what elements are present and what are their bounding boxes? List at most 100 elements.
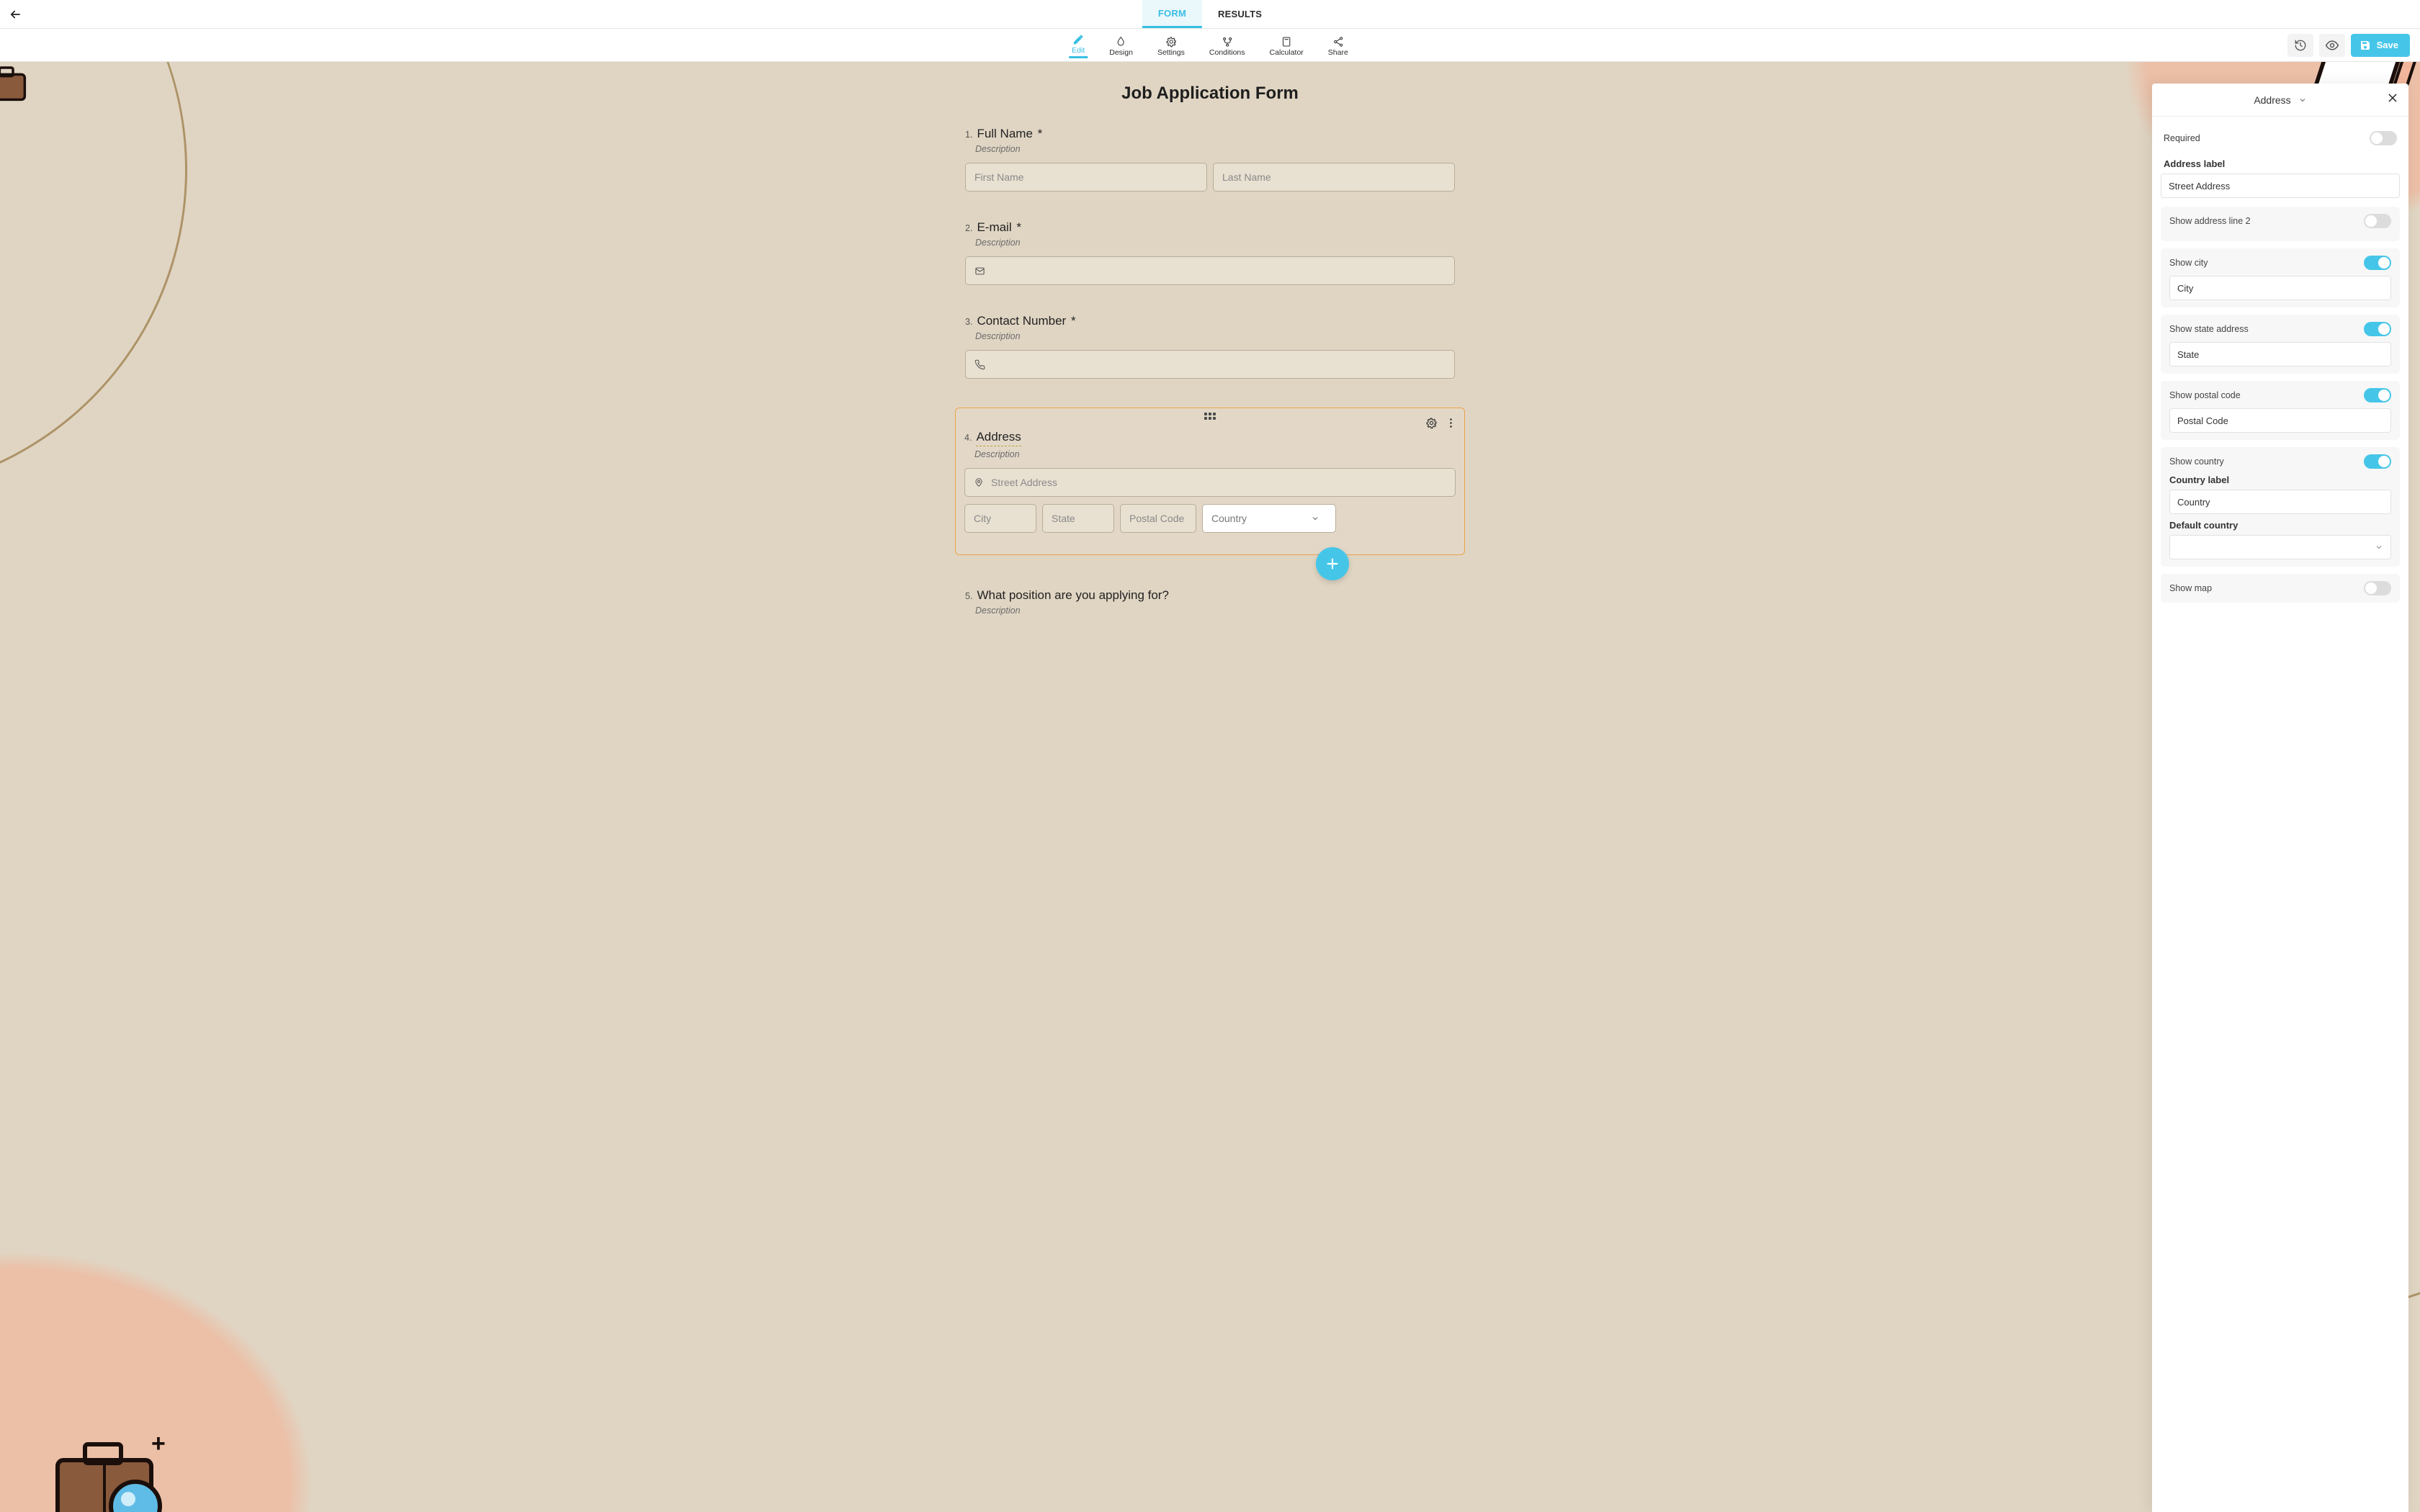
panel-title: Address xyxy=(2254,94,2290,106)
tool-share[interactable]: Share xyxy=(1325,34,1351,57)
address-label-heading: Address label xyxy=(2164,158,2397,169)
show-line2-label: Show address line 2 xyxy=(2169,216,2251,226)
add-question-button[interactable] xyxy=(1316,547,1349,580)
question-description[interactable]: Description xyxy=(975,238,1455,248)
field-settings-panel: Address Required Address label Street Ad… xyxy=(2152,84,2408,1512)
drag-handle[interactable] xyxy=(1204,413,1216,420)
tool-design-label: Design xyxy=(1109,48,1133,57)
eye-icon xyxy=(2325,38,2339,53)
question-number: 4. xyxy=(964,433,972,443)
tool-share-label: Share xyxy=(1328,48,1348,57)
question-settings-button[interactable] xyxy=(1425,417,1438,429)
calculator-icon xyxy=(1281,36,1292,48)
question-more-button[interactable] xyxy=(1445,417,1457,429)
question-number: 2. xyxy=(965,223,972,233)
state-label-input[interactable]: State xyxy=(2169,342,2391,366)
share-icon xyxy=(1332,36,1344,48)
state-input[interactable]: State xyxy=(1042,504,1114,533)
droplet-icon xyxy=(1116,36,1127,48)
question-description[interactable]: Description xyxy=(974,449,1456,459)
toolbar-items: Edit Design Settings Conditions Calculat… xyxy=(1069,32,1351,58)
street-address-input[interactable]: Street Address xyxy=(964,468,1456,497)
chevron-down-icon xyxy=(2375,543,2383,552)
gear-icon xyxy=(1165,36,1177,48)
show-map-toggle[interactable] xyxy=(2364,581,2391,595)
show-postal-label: Show postal code xyxy=(2169,390,2241,400)
form-area: Job Application Form 1. Full Name * Desc… xyxy=(965,62,1455,616)
question-label[interactable]: Address xyxy=(976,430,1021,446)
show-country-toggle[interactable] xyxy=(2364,454,2391,469)
tool-calculator[interactable]: Calculator xyxy=(1267,34,1307,57)
city-input[interactable]: City xyxy=(964,504,1036,533)
default-country-heading: Default country xyxy=(2169,520,2388,531)
toolbar-right: Save xyxy=(2287,34,2410,57)
question-number: 3. xyxy=(965,317,972,327)
postal-label-input[interactable]: Postal Code xyxy=(2169,408,2391,433)
pencil-icon xyxy=(1072,34,1084,45)
tab-results[interactable]: RESULTS xyxy=(1202,0,1278,28)
app-header: FORM RESULTS xyxy=(0,0,2420,29)
tool-settings[interactable]: Settings xyxy=(1155,34,1188,57)
required-label: Required xyxy=(2164,133,2200,143)
first-name-input[interactable]: First Name xyxy=(965,163,1207,192)
toolbar: Edit Design Settings Conditions Calculat… xyxy=(0,29,2420,62)
arrow-left-icon xyxy=(9,8,22,21)
tool-calculator-label: Calculator xyxy=(1270,48,1304,57)
back-button[interactable] xyxy=(0,0,30,29)
branches-icon xyxy=(1222,36,1233,48)
briefcase-search-decoration-icon: + xyxy=(43,1417,187,1512)
briefcase-decoration-icon xyxy=(0,62,33,108)
save-button[interactable]: Save xyxy=(2351,34,2410,57)
tool-settings-label: Settings xyxy=(1157,48,1185,57)
question-number: 5. xyxy=(965,591,972,601)
preview-button[interactable] xyxy=(2319,34,2345,57)
postal-code-input[interactable]: Postal Code xyxy=(1120,504,1196,533)
question-position[interactable]: 5. What position are you applying for? D… xyxy=(965,588,1455,616)
panel-close-button[interactable] xyxy=(2387,92,2398,104)
question-number: 1. xyxy=(965,130,972,140)
svg-text:+: + xyxy=(151,1430,166,1457)
email-input[interactable] xyxy=(965,256,1455,285)
phone-input[interactable] xyxy=(965,350,1455,379)
default-country-select[interactable] xyxy=(2169,535,2391,559)
required-toggle[interactable] xyxy=(2370,131,2397,145)
question-description[interactable]: Description xyxy=(975,606,1455,616)
question-contact-number[interactable]: 3. Contact Number * Description xyxy=(965,314,1455,379)
top-tabs: FORM RESULTS xyxy=(1142,0,1278,28)
tab-form[interactable]: FORM xyxy=(1142,0,1202,28)
question-address[interactable]: 4. Address Description Street Address Ci… xyxy=(955,408,1465,555)
show-postal-toggle[interactable] xyxy=(2364,388,2391,402)
location-pin-icon xyxy=(974,477,984,487)
question-description[interactable]: Description xyxy=(975,331,1455,341)
show-state-toggle[interactable] xyxy=(2364,322,2391,336)
chevron-down-icon xyxy=(1311,514,1319,523)
question-label: E-mail * xyxy=(977,220,1021,235)
city-label-input[interactable]: City xyxy=(2169,276,2391,300)
question-full-name[interactable]: 1. Full Name * Description First Name La… xyxy=(965,127,1455,192)
form-title[interactable]: Job Application Form xyxy=(965,84,1455,104)
question-label: What position are you applying for? xyxy=(977,588,1169,603)
phone-icon xyxy=(974,359,985,370)
show-city-toggle[interactable] xyxy=(2364,256,2391,270)
tool-conditions[interactable]: Conditions xyxy=(1206,34,1248,57)
tool-design[interactable]: Design xyxy=(1106,34,1136,57)
save-button-label: Save xyxy=(2377,40,2398,50)
show-map-label: Show map xyxy=(2169,583,2212,593)
question-email[interactable]: 2. E-mail * Description xyxy=(965,220,1455,285)
plus-icon xyxy=(1325,556,1340,572)
chevron-down-icon[interactable] xyxy=(2298,96,2307,104)
history-button[interactable] xyxy=(2287,34,2313,57)
last-name-input[interactable]: Last Name xyxy=(1213,163,1455,192)
country-select[interactable]: Country xyxy=(1202,504,1336,533)
question-label: Contact Number * xyxy=(977,314,1075,328)
show-line2-toggle[interactable] xyxy=(2364,214,2391,228)
address-label-input[interactable]: Street Address xyxy=(2161,174,2400,198)
show-country-label: Show country xyxy=(2169,456,2224,467)
panel-header: Address xyxy=(2152,84,2408,117)
question-description[interactable]: Description xyxy=(975,144,1455,154)
tool-edit[interactable]: Edit xyxy=(1069,32,1088,58)
country-label-input[interactable]: Country xyxy=(2169,490,2391,514)
country-label-heading: Country label xyxy=(2169,474,2388,485)
tool-edit-label: Edit xyxy=(1072,46,1085,55)
question-label: Full Name * xyxy=(977,127,1042,141)
